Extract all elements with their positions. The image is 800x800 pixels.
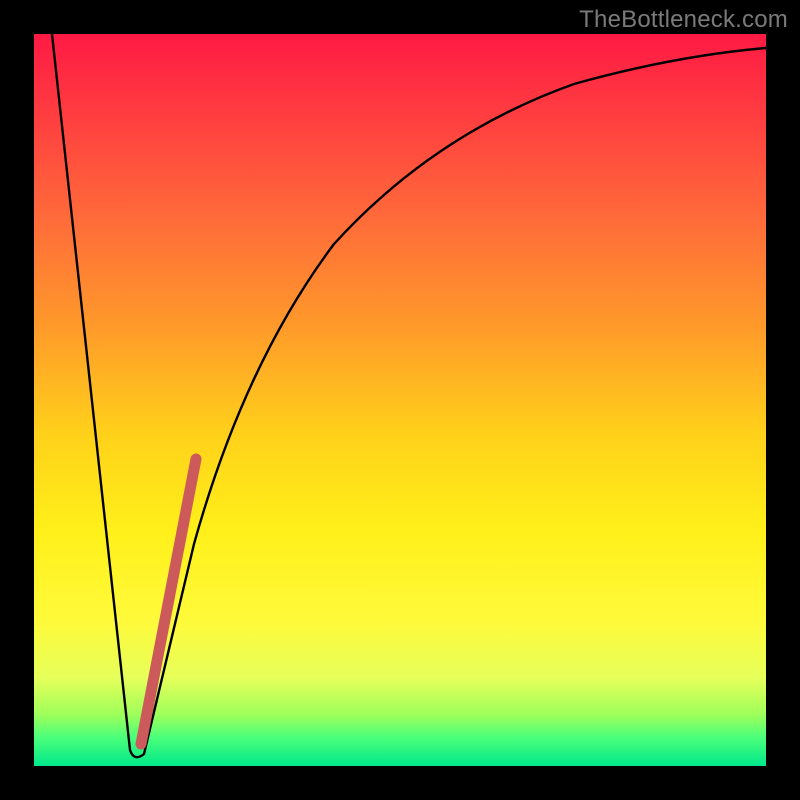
chart-frame: TheBottleneck.com [0, 0, 800, 800]
watermark-text: TheBottleneck.com [579, 6, 788, 34]
chart-svg [34, 34, 766, 766]
chart-plot-area [34, 34, 766, 766]
highlight-segment [141, 459, 196, 744]
